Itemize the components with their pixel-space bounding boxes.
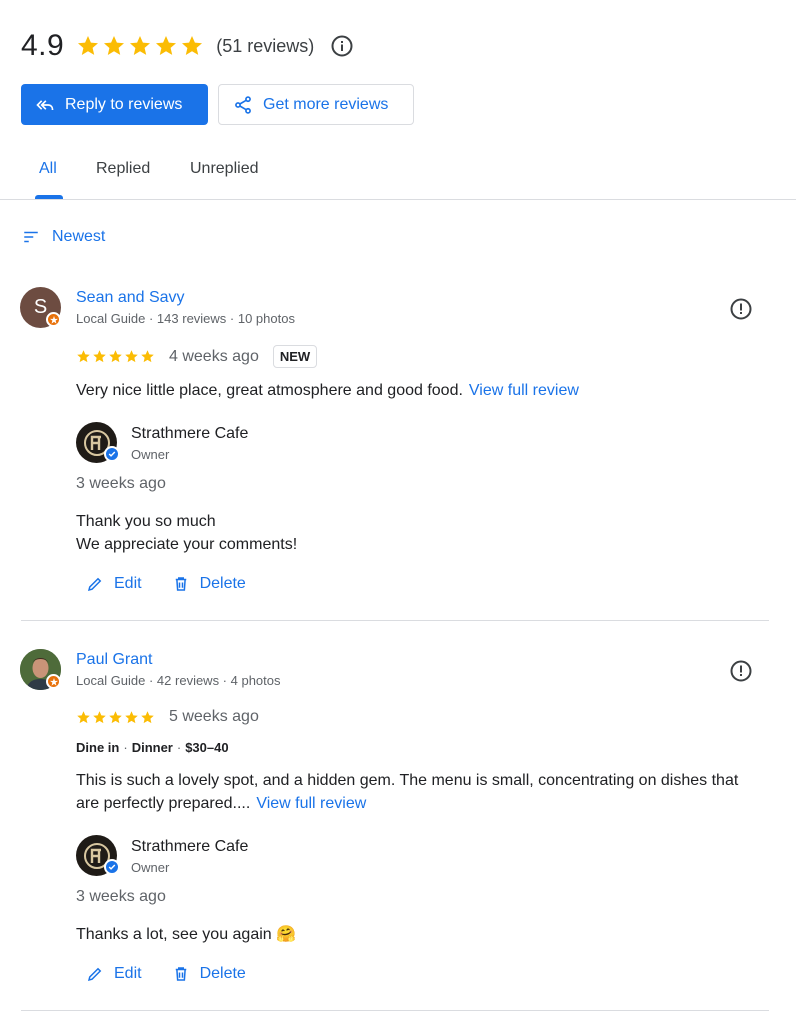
star-icon [104,36,125,55]
reviewer-name[interactable]: Paul Grant [76,651,152,669]
reply-to-reviews-button[interactable]: Reply to reviews [21,84,208,125]
review-body-line: This is such a lovely spot, and a hidden… [76,772,739,789]
view-full-review-link[interactable]: View full review [256,795,366,812]
new-badge: NEW [272,345,318,368]
reply-text: Thanks a lot, see you again 🤗 [76,923,296,946]
pencil-icon [87,577,102,592]
detail-price: $30–40 [185,740,229,755]
reply-line: We appreciate your comments! [76,536,298,553]
detail-meal: Dinner [131,740,173,755]
get-more-reviews-label: Get more reviews [263,95,389,113]
active-tab-indicator [35,195,63,199]
info-icon[interactable] [330,34,354,58]
local-guide-badge-icon [46,312,61,327]
star-icon [141,710,154,723]
star-icon [125,350,138,363]
reply-actions: Edit Delete [86,965,246,983]
review-rating-row: 4 weeks ago NEW [76,345,318,368]
review-divider [21,620,769,621]
reply-line: Thanks a lot, see you again 🤗 [76,926,297,943]
review-rating-row: 5 weeks ago [76,708,259,726]
review-filter-tabs: All Replied Unreplied [0,148,796,200]
star-icon [130,36,151,55]
owner-name: Strathmere Cafe [131,838,249,855]
detail-service: Dine in [76,740,120,755]
delete-label: Delete [199,575,246,592]
star-icon [93,710,106,723]
tab-replied[interactable]: Replied [96,160,150,178]
verified-owner-icon [104,859,120,875]
review-text: Very nice little place, great atmosphere… [76,379,776,402]
star-icon [78,36,99,55]
delete-reply-button[interactable]: Delete [172,965,246,983]
star-icon [109,350,122,363]
trash-icon [175,967,186,981]
review-body-line: are perfectly prepared.... [76,795,251,812]
sort-button[interactable]: Newest [22,228,105,246]
view-full-review-link[interactable]: View full review [469,382,579,399]
edit-label: Edit [114,965,142,982]
star-icon [156,36,177,55]
reply-time: 3 weeks ago [76,888,166,905]
delete-label: Delete [199,965,246,982]
local-guide-badge-icon [46,674,61,689]
sort-label: Newest [52,228,106,245]
reply-line: Thank you so much [76,513,216,530]
visit-details: Dine in · Dinner · $30–40 [76,740,229,755]
share-icon [235,95,251,114]
verified-owner-icon [104,446,120,462]
owner-name: Strathmere Cafe [131,425,249,442]
delete-reply-button[interactable]: Delete [172,575,246,593]
reply-time: 3 weeks ago [76,475,166,492]
reply-all-icon [36,99,54,110]
star-rating [76,710,155,725]
report-icon[interactable] [729,659,753,683]
star-icon [125,710,138,723]
star-icon [77,710,90,723]
reply-to-reviews-label: Reply to reviews [65,95,183,113]
edit-reply-button[interactable]: Edit [86,575,142,593]
star-icon [182,36,203,55]
edit-reply-button[interactable]: Edit [86,965,142,983]
owner-role: Owner [131,447,170,462]
tab-unreplied[interactable]: Unreplied [190,160,258,178]
reply-text: Thank you so much We appreciate your com… [76,510,297,556]
star-icon [109,710,122,723]
star-icon [93,350,106,363]
reviewer-meta: Local Guide · 143 reviews · 10 photos [76,311,295,326]
tab-all[interactable]: All [39,160,57,178]
avatar-letter: S [33,296,48,318]
reviewer-name[interactable]: Sean and Savy [76,289,185,307]
rating-summary: 4.9 (51 reviews) [21,28,354,64]
review-body: Very nice little place, great atmosphere… [76,382,463,399]
pencil-icon [87,967,102,982]
sort-icon [24,231,38,243]
average-rating: 4.9 [21,29,65,62]
action-buttons: Reply to reviews Get more reviews [21,84,414,125]
trash-icon [175,577,186,591]
reviewer-meta: Local Guide · 42 reviews · 4 photos [76,673,281,688]
review-count: (51 reviews) [216,35,315,56]
star-icon [141,350,154,363]
review-time: 5 weeks ago [169,708,259,725]
owner-role: Owner [131,860,170,875]
star-icon [77,350,90,363]
edit-label: Edit [114,575,142,592]
review-time: 4 weeks ago [169,347,259,365]
get-more-reviews-button[interactable]: Get more reviews [218,84,414,125]
star-rating [76,34,204,58]
review-text: This is such a lovely spot, and a hidden… [76,769,776,815]
star-rating [76,349,155,364]
reply-actions: Edit Delete [86,575,246,593]
report-icon[interactable] [729,297,753,321]
review-divider [21,1010,769,1011]
